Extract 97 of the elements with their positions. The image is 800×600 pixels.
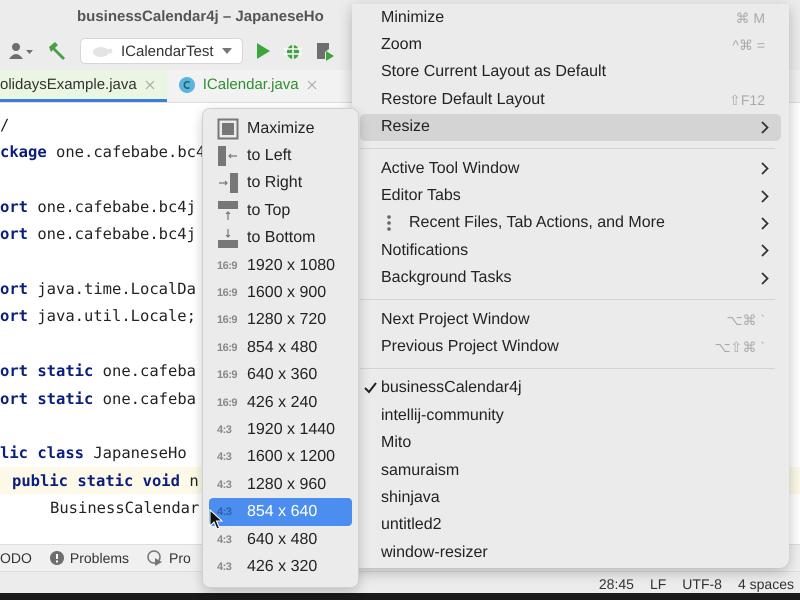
code-line: lic class JapaneseHo: [0, 444, 187, 462]
menu-item[interactable]: Active Tool Window: [360, 154, 781, 182]
menu-item[interactable]: 16:9 854 x 480: [209, 334, 352, 362]
caret-icon: [222, 48, 232, 54]
code-line: ort static one.cafeba: [0, 390, 196, 408]
aspect-ratio-label: 16:9: [217, 396, 238, 409]
shortcut-text: ⇧F12: [728, 92, 765, 108]
dock-bottom-icon: [217, 227, 239, 250]
menu-item[interactable]: Zoom ^⌘ =: [360, 31, 781, 59]
chevron-right-icon: [761, 272, 769, 285]
chevron-right-icon: [761, 120, 769, 134]
code-line: ort static one.cafeba: [0, 362, 196, 380]
dock-left-icon: [217, 145, 239, 168]
dock-top-icon: [217, 200, 239, 222]
hammer-icon[interactable]: [46, 41, 68, 61]
tool-window-tab[interactable]: ODO: [0, 550, 32, 566]
class-icon: [178, 76, 195, 92]
menu-item[interactable]: Previous Project Window ⌥⇧⌘ `: [360, 333, 781, 361]
aspect-ratio-label: 4:3: [217, 506, 232, 518]
menu-item[interactable]: Notifications: [360, 237, 781, 265]
menu-item[interactable]: to Bottom: [209, 224, 352, 252]
menu-item[interactable]: 16:9 1280 x 720: [209, 306, 352, 334]
aspect-ratio-label: 4:3: [217, 424, 232, 436]
menu-item[interactable]: intellij-community: [360, 402, 781, 430]
aspect-ratio-label: 16:9: [217, 342, 238, 354]
close-icon[interactable]: [144, 80, 155, 90]
editor-tab[interactable]: ICalendar.java: [166, 70, 329, 102]
status-item[interactable]: LF: [650, 576, 666, 592]
menu-item[interactable]: window-resizer: [360, 539, 781, 566]
clock-icon: [147, 550, 164, 566]
more-icon: [387, 215, 391, 232]
menu-item[interactable]: Editor Tabs: [360, 182, 781, 210]
warning-icon: [50, 551, 64, 565]
shortcut-text: ⌥⇧⌘ `: [714, 338, 765, 355]
menu-item[interactable]: Next Project Window ⌥⌘ `: [360, 306, 781, 334]
code-line: ort one.cafebabe.bc4j: [0, 198, 196, 216]
menu-item[interactable]: shinjava: [360, 484, 781, 512]
aspect-ratio-label: 4:3: [217, 534, 232, 546]
menu-item[interactable]: 4:3 426 x 320: [209, 553, 352, 581]
code-line: ort java.util.Locale;: [0, 307, 196, 326]
status-item[interactable]: UTF-8: [682, 576, 722, 592]
menu-item[interactable]: Minimize ⌘ M: [360, 4, 781, 32]
aspect-ratio-label: 4:3: [217, 478, 232, 491]
dock-right-icon: [217, 172, 239, 194]
menu-item[interactable]: Restore Default Layout ⇧F12: [360, 86, 781, 114]
status-item[interactable]: 4 spaces: [738, 576, 794, 592]
aspect-ratio-label: 4:3: [217, 560, 232, 573]
menu-item[interactable]: Store Current Layout as Default: [360, 58, 781, 86]
maximize-icon: [217, 118, 239, 140]
window-title: businessCalendar4j – JapaneseHo: [77, 8, 324, 24]
menu-item[interactable]: 16:9 640 x 360: [209, 362, 352, 389]
menu-item[interactable]: Recent Files, Tab Actions, and More: [360, 210, 781, 238]
shortcut-text: ^⌘ =: [732, 37, 765, 54]
menu-item[interactable]: Maximize: [209, 115, 352, 142]
menu-item[interactable]: to Top: [209, 197, 352, 225]
code-line: public static void n: [12, 472, 199, 490]
menu-item[interactable]: 16:9 1600 x 900: [209, 279, 352, 307]
aspect-ratio-label: 16:9: [217, 369, 238, 382]
code-line: ort java.time.LocalDa: [0, 280, 196, 298]
code-line: ckage one.cafebabe.bc4: [0, 143, 206, 162]
chevron-right-icon: [761, 162, 769, 176]
menu-item[interactable]: 4:3 1920 x 1440: [209, 416, 352, 444]
aspect-ratio-label: 16:9: [217, 314, 238, 326]
code-line: /: [0, 116, 10, 134]
menu-item[interactable]: Mito: [360, 429, 781, 457]
status-item[interactable]: 28:45: [598, 576, 634, 592]
coverage-icon[interactable]: [314, 41, 335, 61]
menu-item[interactable]: 16:9 426 x 240: [209, 388, 352, 416]
aspect-ratio-label: 16:9: [217, 260, 238, 272]
menu-item[interactable]: samuraism: [360, 456, 781, 484]
code-line: BusinessCalendar: [50, 499, 200, 518]
menu-item[interactable]: 4:3 1600 x 1200: [209, 444, 352, 472]
aspect-ratio-label: 4:3: [217, 451, 232, 464]
user-icon[interactable]: [8, 42, 34, 60]
tool-window-tab[interactable]: Problems: [50, 550, 130, 566]
tool-window-tab[interactable]: Pro: [147, 550, 191, 566]
code-line: ort one.cafebabe.bc4j: [0, 225, 196, 244]
chevron-right-icon: [761, 244, 769, 258]
editor-tab[interactable]: olidaysExample.java: [0, 70, 167, 102]
menu-item[interactable]: 4:3 1280 x 960: [209, 471, 352, 498]
menu-item[interactable]: Background Tasks: [360, 264, 781, 292]
menu-item[interactable]: businessCalendar4j: [360, 374, 781, 402]
close-icon[interactable]: [306, 80, 317, 90]
checkmark-icon: [364, 382, 377, 394]
menu-item[interactable]: untitled2: [360, 512, 781, 540]
menu-item[interactable]: to Left: [209, 142, 352, 170]
run-icon[interactable]: [254, 42, 271, 60]
menu-item[interactable]: to Right: [209, 170, 352, 198]
chevron-right-icon: [761, 216, 769, 230]
run-configuration-dropdown[interactable]: ICalendarTest: [80, 38, 243, 64]
menu-item[interactable]: Resize: [360, 114, 781, 141]
chevron-right-icon: [761, 190, 769, 203]
shortcut-text: ⌘ M: [735, 10, 765, 26]
aspect-ratio-label: 16:9: [217, 287, 238, 300]
menu-item[interactable]: 4:3 640 x 480: [209, 526, 352, 554]
menu-item[interactable]: 16:9 1920 x 1080: [209, 252, 352, 280]
shortcut-text: ⌥⌘ `: [726, 312, 765, 328]
